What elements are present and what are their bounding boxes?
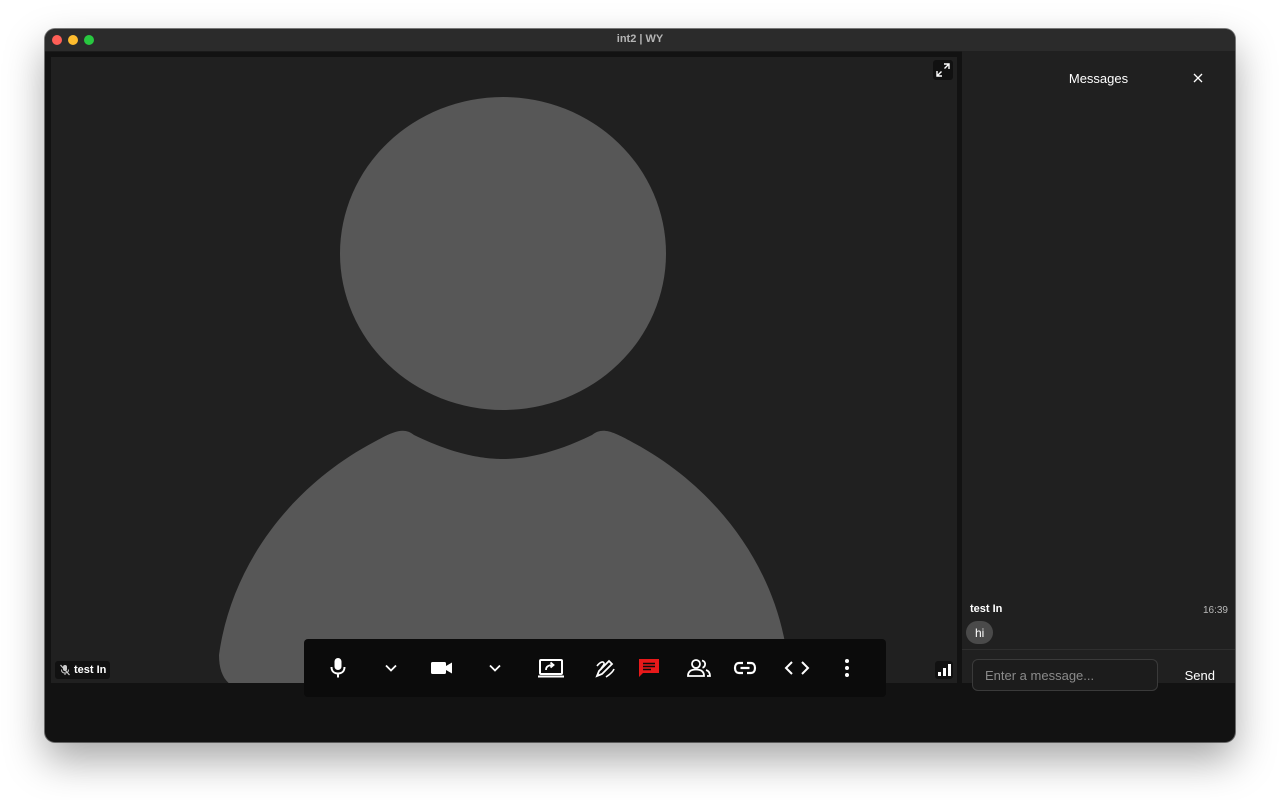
link-icon [733, 661, 757, 675]
video-options-button[interactable] [481, 654, 509, 682]
close-icon [1193, 73, 1203, 83]
avatar-head [340, 97, 666, 410]
app-window: int2 | WY test In Messages test In 16:39… [45, 29, 1235, 742]
participants-button[interactable] [684, 654, 714, 682]
window-title: int2 | WY [616, 33, 664, 45]
call-controls-toolbar [304, 639, 886, 697]
copy-link-button[interactable] [731, 654, 759, 682]
more-options-button[interactable] [833, 654, 861, 682]
chat-close-button[interactable] [1191, 71, 1205, 85]
microphone-button[interactable] [324, 654, 352, 682]
video-camera-icon [431, 662, 452, 674]
mic-off-icon [60, 664, 70, 676]
camera-button[interactable] [428, 654, 456, 682]
more-vertical-icon [845, 659, 849, 677]
fullscreen-button[interactable] [933, 60, 953, 80]
microphone-icon [330, 658, 346, 678]
network-signal-icon [935, 661, 953, 679]
chat-icon [639, 659, 659, 677]
whiteboard-button[interactable] [591, 654, 619, 682]
audio-options-button[interactable] [377, 654, 405, 682]
title-bar: int2 | WY [45, 29, 1235, 52]
participant-name-tag: test In [55, 661, 111, 679]
send-button[interactable]: Send [1185, 668, 1215, 683]
people-icon [687, 659, 711, 677]
participant-name: test In [74, 664, 107, 676]
chat-panel: Messages test In 16:39 hi Send [962, 51, 1235, 691]
chevron-down-icon [489, 664, 501, 672]
chevron-down-icon [385, 664, 397, 672]
screen-share-icon [538, 659, 564, 678]
chat-message-input[interactable] [972, 659, 1158, 691]
draw-icon [595, 659, 615, 678]
chat-button[interactable] [635, 654, 663, 682]
message-time: 16:39 [1202, 605, 1228, 616]
code-icon [784, 661, 810, 675]
message-bubble: hi [966, 621, 994, 644]
participant-video-tile: test In [51, 57, 957, 683]
message-sender: test In [970, 603, 1003, 615]
expand-icon [936, 63, 950, 77]
chat-divider [962, 649, 1235, 650]
screen-share-button[interactable] [536, 654, 566, 682]
embed-code-button[interactable] [783, 654, 811, 682]
